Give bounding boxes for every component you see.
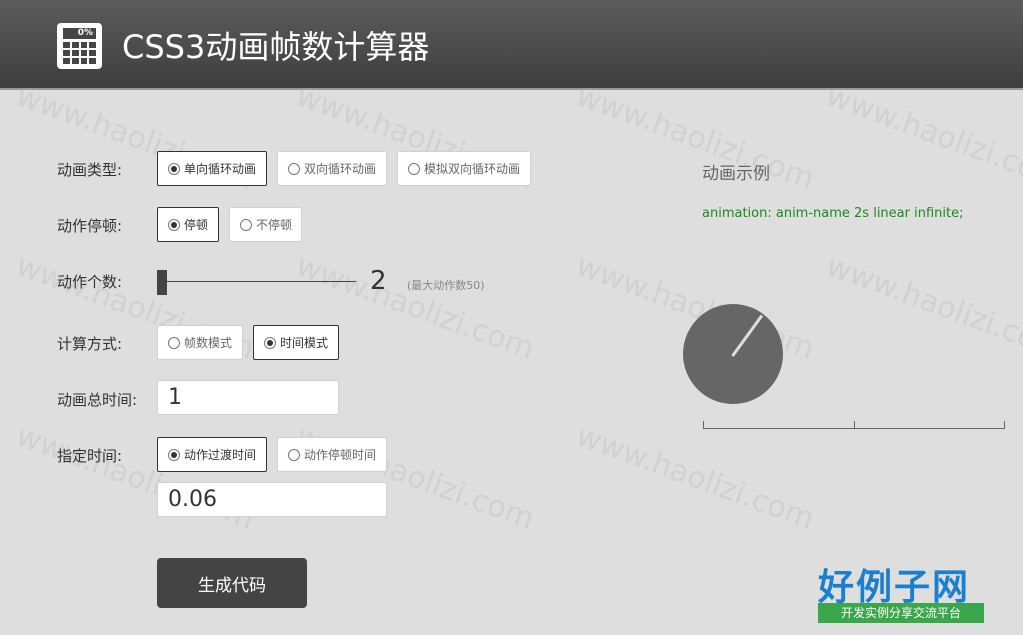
action-count-slider-track[interactable]	[161, 281, 356, 282]
radio-unchecked-icon	[240, 218, 252, 231]
animation-demo-circle	[683, 304, 783, 404]
radio-unchecked-icon	[288, 162, 300, 175]
app-title: CSS3动画帧数计算器	[122, 28, 430, 66]
pause-option-no[interactable]: 不停顿	[229, 207, 302, 242]
radio-checked-icon	[168, 162, 180, 175]
calculator-icon: 0%	[57, 23, 102, 69]
preview-title: 动画示例	[702, 164, 770, 184]
brand-logo-sub: 开发实例分享交流平台	[818, 603, 984, 623]
action-count-slider-handle[interactable]	[157, 270, 167, 295]
radio-checked-icon	[264, 336, 276, 349]
pause-label: 动作停顿:	[57, 217, 123, 235]
watermark-text: www.haolizi.com	[291, 418, 539, 537]
radio-unchecked-icon	[288, 448, 300, 461]
calculator-keys	[63, 42, 96, 64]
radio-checked-icon	[168, 448, 180, 461]
timeline-tick	[1004, 421, 1005, 428]
total-time-label: 动画总时间:	[57, 391, 138, 409]
option-label: 单向循环动画	[184, 162, 257, 176]
action-count-value: 2	[370, 266, 387, 296]
anim-type-option-simulated-two-way[interactable]: 模拟双向循环动画	[397, 151, 531, 186]
watermark-text: www.haolizi.com	[571, 418, 819, 537]
option-label: 动作停顿时间	[304, 448, 377, 462]
app-header: 0% CSS3动画帧数计算器	[0, 0, 1023, 90]
animation-timeline	[703, 428, 1005, 429]
animation-demo-hand	[731, 314, 764, 357]
calc-mode-option-frames[interactable]: 帧数模式	[157, 325, 243, 360]
calc-mode-label: 计算方式:	[57, 335, 123, 353]
calc-mode-option-time[interactable]: 时间模式	[253, 325, 339, 360]
radio-checked-icon	[168, 218, 180, 231]
animation-code: animation: anim-name 2s linear infinite;	[702, 206, 964, 221]
anim-type-option-two-way[interactable]: 双向循环动画	[277, 151, 387, 186]
option-label: 模拟双向循环动画	[424, 162, 521, 176]
option-label: 时间模式	[280, 336, 329, 350]
specified-time-option-pause[interactable]: 动作停顿时间	[277, 437, 387, 472]
action-count-note: (最大动作数50)	[407, 279, 485, 292]
watermark-text: www.haolizi.com	[11, 418, 259, 537]
watermark-text: www.haolizi.com	[821, 248, 1023, 367]
pause-option-yes[interactable]: 停顿	[157, 207, 219, 242]
anim-type-label: 动画类型:	[57, 161, 123, 179]
watermark-text: www.haolizi.com	[571, 78, 819, 197]
action-count-label: 动作个数:	[57, 273, 123, 291]
specified-time-input[interactable]	[157, 482, 387, 517]
timeline-tick	[854, 421, 855, 428]
radio-unchecked-icon	[408, 162, 420, 175]
generate-code-button[interactable]: 生成代码	[157, 558, 307, 608]
total-time-input[interactable]	[157, 380, 339, 415]
option-label: 不停顿	[256, 218, 293, 232]
brand-logo: 好例子网 开发实例分享交流平台	[816, 558, 986, 628]
option-label: 双向循环动画	[304, 162, 377, 176]
option-label: 停顿	[184, 218, 209, 232]
timeline-tick	[703, 421, 704, 428]
specified-time-label: 指定时间:	[57, 447, 123, 465]
option-label: 帧数模式	[184, 336, 233, 350]
anim-type-option-one-way[interactable]: 单向循环动画	[157, 151, 267, 186]
calculator-screen: 0%	[63, 28, 96, 39]
specified-time-option-transition[interactable]: 动作过渡时间	[157, 437, 267, 472]
option-label: 动作过渡时间	[184, 448, 257, 462]
watermark-text: www.haolizi.com	[821, 78, 1023, 197]
radio-unchecked-icon	[168, 336, 180, 349]
